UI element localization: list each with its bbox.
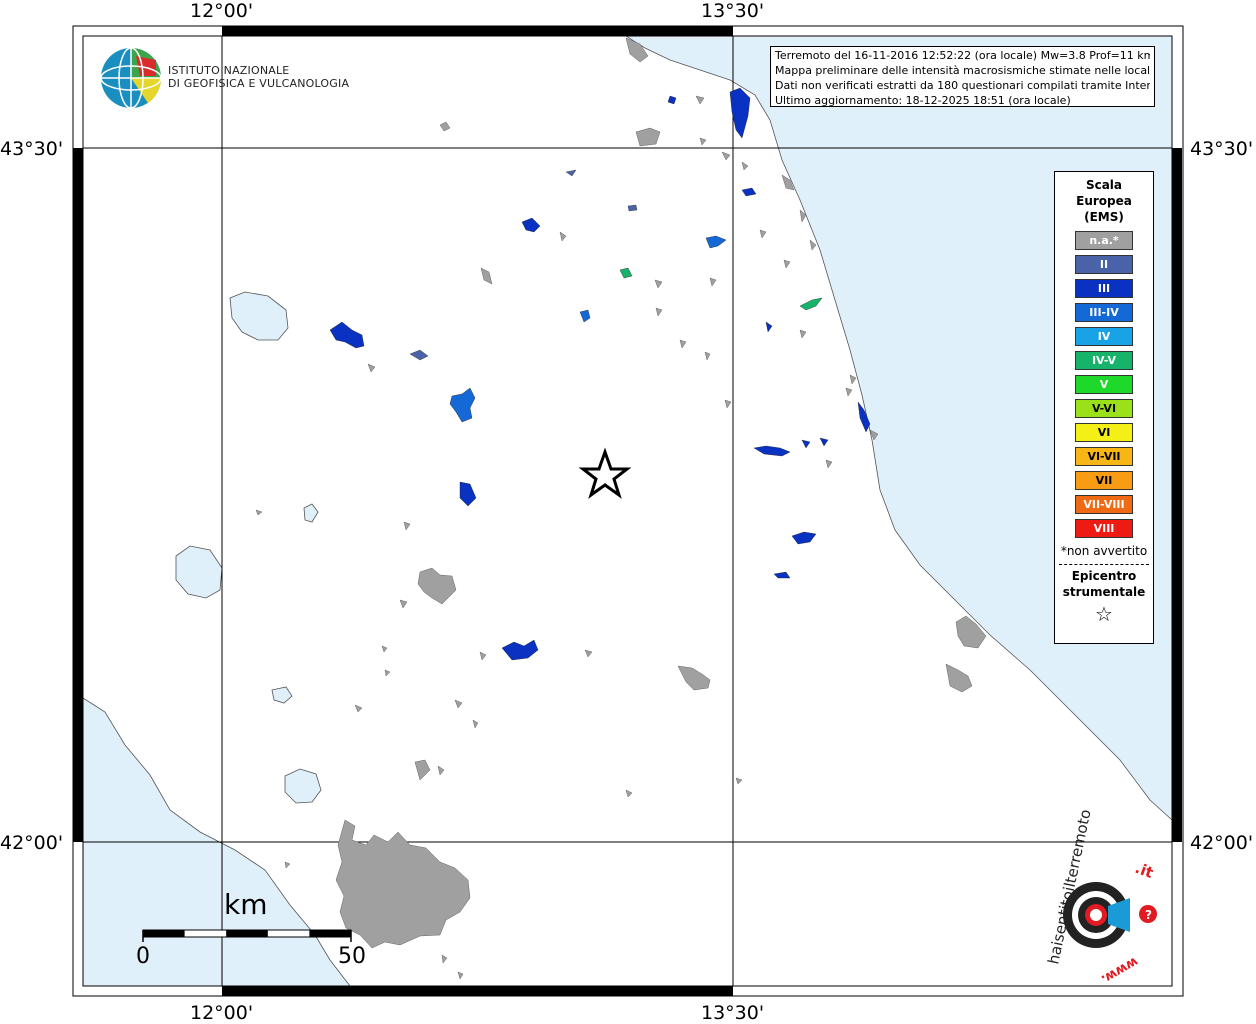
haisentito-www-text: www.: [1098, 954, 1140, 987]
haisentito-logo: ? haisentitoilterremoto .it www.: [1044, 808, 1157, 987]
ingv-logo-text: ISTITUTO NAZIONALE DI GEOFISICA E VULCAN…: [168, 64, 349, 90]
locality-macerata: [329, 321, 365, 349]
intensity-II-localities: [409, 169, 638, 361]
info-line-4: Ultimo aggiornamento: 18-12-2025 18:51 (…: [775, 94, 1071, 107]
locality-jesi: [635, 127, 661, 147]
legend-note: *non avvertito: [1060, 544, 1148, 558]
legend-item: V-VI: [1075, 399, 1133, 418]
legend-item: IV: [1075, 327, 1133, 346]
legend-epicenter-line2: strumentale: [1062, 585, 1146, 599]
star-icon: ☆: [1095, 602, 1113, 626]
locality-chieti: [945, 663, 973, 693]
legend-separator: [1059, 564, 1149, 565]
epicenter-star: [578, 447, 632, 499]
coord-bottom-right: 13°30': [701, 1002, 765, 1024]
coord-top-right: 13°30': [701, 0, 765, 22]
coord-left-lower: 42°00': [0, 832, 64, 854]
info-line-3: Dati non verificati estratti da 180 ques…: [775, 79, 1150, 92]
legend-title: Scala Europea (EMS): [1055, 177, 1153, 225]
coord-left-upper: 43°30': [0, 138, 64, 160]
legend-item: V: [1075, 375, 1133, 394]
scale-max-label: 50: [338, 944, 366, 969]
ems-legend: Scala Europea (EMS) n.a.* II III III-IV IV IV…: [1054, 171, 1154, 644]
ingv-line1: ISTITUTO NAZIONALE: [168, 64, 290, 77]
legend-title-line2: Europea: [1076, 194, 1132, 208]
lake-small: [303, 503, 319, 523]
info-line-2: Mappa preliminare delle intensità macros…: [775, 64, 1150, 77]
ingv-logo-globe: [100, 47, 162, 109]
event-info-box: Terremoto del 16-11-2016 12:52:22 (ora l…: [770, 46, 1155, 107]
svg-text:?: ?: [1145, 908, 1152, 922]
legend-item: II: [1075, 255, 1133, 274]
legend-item: VIII: [1075, 519, 1133, 538]
legend-title-line3: (EMS): [1084, 210, 1124, 224]
legend-item: n.a.*: [1075, 231, 1133, 250]
scale-unit-label: km: [224, 888, 268, 921]
coord-right-upper: 43°30': [1190, 138, 1254, 160]
locality-aquila: [677, 665, 711, 691]
legend-item: III-IV: [1075, 303, 1133, 322]
locality-terni: [417, 567, 457, 605]
legend-title-line1: Scala: [1085, 178, 1123, 192]
legend-item: VI-VII: [1075, 447, 1133, 466]
haisentito-suffix-text: .it: [1133, 859, 1156, 882]
lake-bolsena: [175, 545, 223, 599]
legend-item: IV-V: [1075, 351, 1133, 370]
locality-rome: [335, 819, 471, 949]
legend-epicenter-label: Epicentro strumentale: [1055, 568, 1153, 600]
lake-bracciano: [284, 768, 322, 804]
lake-trasimeno: [229, 291, 289, 341]
legend-epicenter-line1: Epicentro: [1071, 569, 1137, 583]
ingv-line2: DI GEOFISICA E VULCANOLOGIA: [168, 77, 350, 90]
coord-top-left: 12°00': [190, 0, 254, 22]
legend-item: VI: [1075, 423, 1133, 442]
legend-item: VII: [1075, 471, 1133, 490]
scale-min-label: 0: [136, 944, 150, 969]
lake-vico: [271, 686, 293, 704]
intensity-IVV-localities: [619, 267, 823, 311]
intensity-IIIIV-localities: [449, 235, 727, 423]
legend-items: n.a.* II III III-IV IV IV-V V V-VI VI VI-VII VII VI…: [1055, 231, 1153, 538]
locality-foligno: [449, 387, 476, 423]
legend-item: VII-VIII: [1075, 495, 1133, 514]
legend-item: III: [1075, 279, 1133, 298]
info-line-1: Terremoto del 16-11-2016 12:52:22 (ora l…: [775, 49, 1150, 62]
coord-bottom-left: 12°00': [190, 1002, 254, 1024]
coord-right-lower: 42°00': [1190, 832, 1254, 854]
